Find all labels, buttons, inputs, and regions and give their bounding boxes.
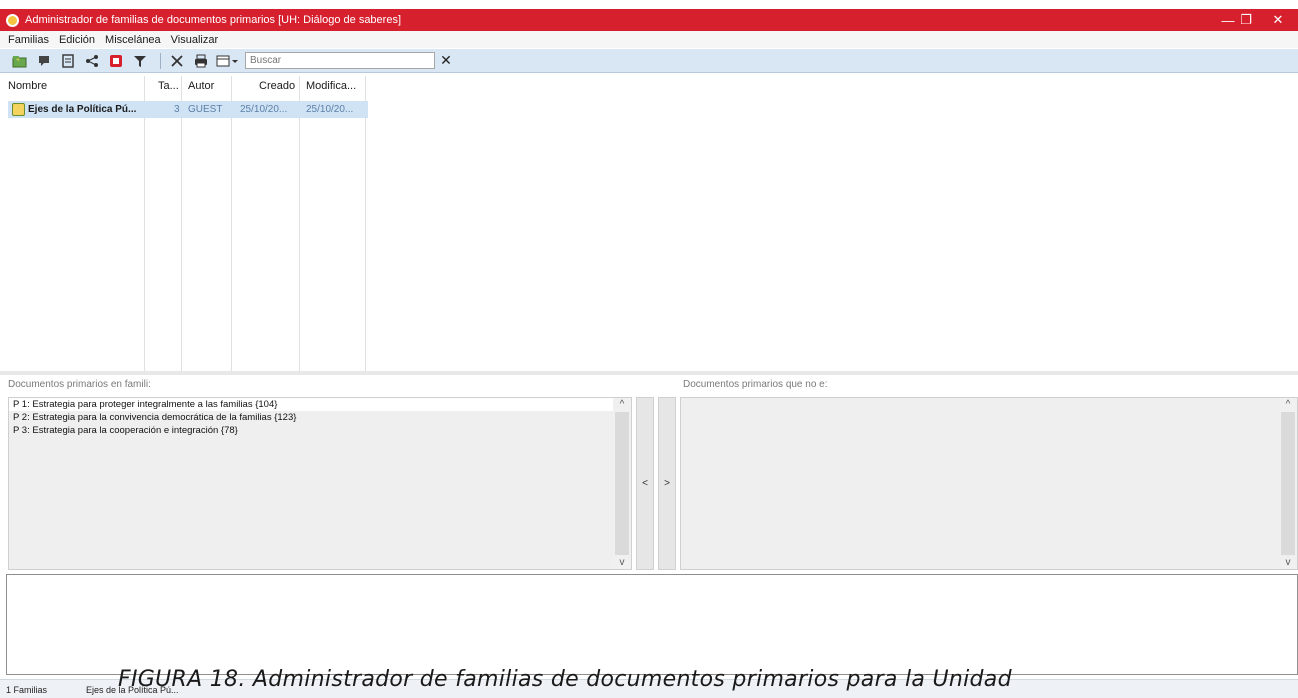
list-item[interactable]: P 3: Estrategia para la cooperación e in… — [9, 424, 613, 437]
right-pane-label: Documentos primarios que no e: — [683, 379, 828, 390]
title-bar: Administrador de familias de documentos … — [0, 9, 1298, 31]
toolbar-separator — [160, 52, 161, 69]
left-pane-scrollbar[interactable]: ^ v — [613, 398, 631, 569]
scroll-thumb[interactable] — [615, 412, 629, 555]
menu-edicion[interactable]: Edición — [59, 34, 95, 46]
move-left-button[interactable]: < — [636, 397, 654, 570]
filter-icon[interactable] — [130, 52, 150, 70]
status-family-count: 1 Familias — [6, 685, 48, 695]
view-icon[interactable] — [215, 52, 239, 70]
document-icon[interactable] — [58, 52, 78, 70]
network-icon[interactable] — [82, 52, 102, 70]
header-autor[interactable]: Autor — [188, 80, 214, 92]
search-box: ✕ — [245, 52, 453, 69]
scroll-up-icon[interactable]: ^ — [1279, 399, 1297, 410]
scroll-down-icon[interactable]: v — [1279, 557, 1297, 568]
window-title: Administrador de familias de documentos … — [25, 14, 402, 26]
documents-not-in-family-pane: ^ v — [680, 397, 1298, 570]
splitter[interactable] — [0, 371, 1298, 375]
header-creado[interactable]: Creado — [259, 80, 295, 92]
row-author: GUEST — [188, 104, 223, 115]
scroll-thumb[interactable] — [1281, 412, 1295, 555]
menu-bar: Familias Edición Miscelánea Visualizar — [0, 31, 1298, 48]
row-name: Ejes de la Política Pú... — [28, 104, 137, 115]
search-input[interactable] — [245, 52, 435, 69]
move-right-button[interactable]: > — [658, 397, 676, 570]
comment-editor[interactable] — [6, 574, 1298, 675]
documents-in-family-pane: P 1: Estrategia para proteger integralme… — [8, 397, 632, 570]
search-clear-icon[interactable]: ✕ — [439, 52, 453, 69]
column-creado — [232, 76, 300, 371]
row-size: 3 — [174, 104, 180, 115]
header-modificado[interactable]: Modifica... — [306, 80, 356, 92]
list-item[interactable]: P 1: Estrategia para proteger integralme… — [9, 398, 613, 411]
scroll-up-icon[interactable]: ^ — [613, 399, 631, 410]
families-table: Nombre Ta... Autor Creado Modifica... Ej… — [6, 76, 1298, 371]
row-modified: 25/10/20... — [306, 104, 354, 115]
toolbar: + ✕ — [0, 49, 1298, 73]
column-nombre — [6, 76, 145, 371]
header-tamano[interactable]: Ta... — [158, 80, 179, 92]
new-family-icon[interactable]: + — [10, 52, 30, 70]
list-item[interactable]: P 2: Estrategia para la convivencia demo… — [9, 411, 613, 424]
column-tamano — [145, 76, 182, 371]
column-autor — [182, 76, 232, 371]
documents-not-in-family-list — [681, 398, 1279, 569]
delete-icon[interactable] — [167, 52, 187, 70]
record-icon[interactable] — [106, 52, 126, 70]
documents-in-family-list: P 1: Estrategia para proteger integralme… — [9, 398, 613, 569]
svg-text:+: + — [16, 57, 20, 64]
close-button[interactable]: ✕ — [1258, 9, 1298, 31]
scroll-down-icon[interactable]: v — [613, 557, 631, 568]
menu-miscelanea[interactable]: Miscelánea — [105, 34, 161, 46]
header-nombre[interactable]: Nombre — [8, 80, 47, 92]
comment-icon[interactable] — [34, 52, 54, 70]
print-icon[interactable] — [191, 52, 211, 70]
column-modificado — [300, 76, 366, 371]
figure-caption: FIGURA 18. Administrador de familias de … — [118, 667, 1012, 692]
menu-visualizar[interactable]: Visualizar — [171, 34, 219, 46]
left-pane-label: Documentos primarios en famili: — [8, 379, 151, 390]
row-created: 25/10/20... — [240, 104, 288, 115]
menu-familias[interactable]: Familias — [8, 34, 49, 46]
right-pane-scrollbar[interactable]: ^ v — [1279, 398, 1297, 569]
atlas-app-icon — [6, 13, 19, 27]
family-icon — [12, 103, 25, 116]
